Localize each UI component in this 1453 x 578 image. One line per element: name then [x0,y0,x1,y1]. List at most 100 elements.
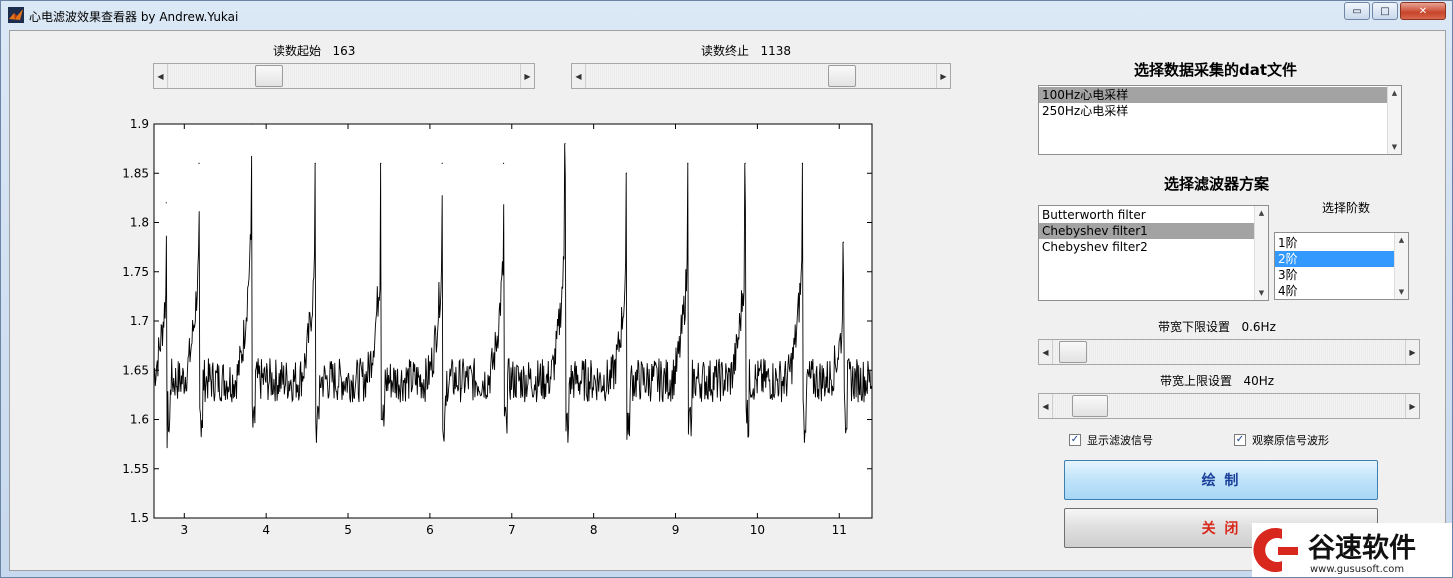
end-slider-right-arrow-icon[interactable]: ▶ [936,64,950,88]
y-tick-label: 1.5 [130,511,149,525]
check-icon[interactable]: ✓ [1234,434,1246,446]
low-cut-track[interactable] [1053,340,1405,364]
start-slider-left-arrow-icon[interactable]: ◀ [154,64,168,88]
close-icon: ✕ [1418,5,1428,17]
start-slider-thumb[interactable] [255,65,283,87]
end-slider-left-arrow-icon[interactable]: ◀ [572,64,586,88]
x-tick-label: 10 [750,523,765,536]
matlab-icon [8,7,24,23]
filter-list-scrollbar[interactable]: ▲ ▼ [1254,206,1268,300]
scroll-down-icon[interactable]: ▼ [1255,286,1268,300]
low-cut-label: 带宽下限设置 [1158,320,1231,334]
r-peak-point [198,162,200,164]
app-window: 心电滤波效果查看器 by Andrew.Yukai ▭ □ ✕ 读数起始 163… [0,0,1453,578]
order-panel-item[interactable]: 3阶 [1275,267,1394,283]
show-filtered-label: 显示滤波信号 [1087,434,1153,447]
close-window-button[interactable]: ✕ [1400,2,1446,20]
y-tick-label: 1.85 [122,166,149,180]
start-slider-value: 163 [332,44,356,58]
title-bar[interactable]: 心电滤波效果查看器 by Andrew.Yukai ▭ □ ✕ [1,1,1452,29]
y-tick-label: 1.65 [122,363,149,377]
x-tick-label: 5 [344,523,352,536]
r-peak-point [625,172,627,174]
r-peak-point [165,202,167,204]
y-tick-label: 1.55 [122,462,149,476]
order-panel-item[interactable]: 2阶 [1275,251,1394,267]
start-slider-label: 读数起始 [273,44,322,58]
r-peak-point [380,162,382,164]
start-slider-label-group: 读数起始 163 [273,42,355,59]
show-original-checkbox[interactable]: ✓ 观察原信号波形 [1234,432,1329,448]
x-tick-label: 7 [508,523,516,536]
start-slider-right-arrow-icon[interactable]: ▶ [520,64,534,88]
minimize-button[interactable]: ▭ [1344,2,1370,20]
end-slider[interactable]: ◀ ▶ [571,63,951,89]
file-panel-item[interactable]: 250Hz心电采样 [1039,103,1387,119]
filter-panel-item[interactable]: Butterworth filter [1039,207,1254,223]
minimize-icon: ▭ [1352,5,1362,17]
x-tick-label: 3 [180,523,188,536]
filter-listbox[interactable]: Butterworth filter Chebyshev filter1 Cheby… [1038,205,1269,301]
scroll-up-icon[interactable]: ▲ [1395,233,1408,247]
low-cut-thumb[interactable] [1059,341,1087,363]
show-filtered-checkbox[interactable]: ✓ 显示滤波信号 [1069,432,1153,448]
close-button-label: 关 闭 [1201,521,1241,537]
r-peak-point [250,123,253,125]
start-slider-track[interactable] [168,64,520,88]
r-peak-point [564,143,566,145]
scroll-up-icon[interactable]: ▲ [1388,86,1401,100]
maximize-button[interactable]: □ [1372,2,1398,20]
low-cut-slider[interactable]: ◀ ▶ [1038,339,1420,365]
y-tick-label: 1.75 [122,265,149,279]
plot-area [153,123,873,519]
file-listbox[interactable]: 100Hz心电采样 250Hz心电采样 ▲ ▼ [1038,85,1402,155]
check-icon[interactable]: ✓ [1069,434,1081,446]
r-peak-point [314,162,316,164]
order-panel-item[interactable]: 4阶 [1275,283,1394,299]
y-tick-label: 1.7 [130,314,149,328]
r-peak-point [502,162,505,164]
file-list-scrollbar[interactable]: ▲ ▼ [1387,86,1401,154]
file-panel-item[interactable]: 100Hz心电采样 [1039,87,1387,103]
order-label: 选择阶数 [1322,201,1371,215]
order-list-scrollbar[interactable]: ▲ ▼ [1394,233,1408,299]
r-peak-point [441,162,443,164]
gususoft-watermark-logo: 谷速软件 www.gususoft.com [1252,523,1452,577]
x-tick-label: 11 [832,523,847,536]
high-cut-slider[interactable]: ◀ ▶ [1038,393,1420,419]
high-cut-left-arrow-icon[interactable]: ◀ [1039,394,1053,418]
order-panel-item[interactable]: 1阶 [1275,235,1394,251]
scroll-down-icon[interactable]: ▼ [1395,285,1408,299]
maximize-icon: □ [1380,5,1390,17]
low-cut-left-arrow-icon[interactable]: ◀ [1039,340,1053,364]
end-slider-label-group: 读数终止 1138 [701,42,791,59]
watermark-url: www.gususoft.com [1310,564,1404,575]
r-peak-point [801,162,804,164]
high-cut-right-arrow-icon[interactable]: ▶ [1405,394,1419,418]
start-slider[interactable]: ◀ ▶ [153,63,535,89]
scroll-up-icon[interactable]: ▲ [1255,206,1268,220]
high-cut-label: 带宽上限设置 [1160,374,1233,388]
filter-panel-heading: 选择滤波器方案 [1164,175,1270,193]
end-slider-thumb[interactable] [828,65,856,87]
filter-panel-item[interactable]: Chebyshev filter1 [1039,223,1254,239]
r-peak-point [744,162,746,164]
end-slider-track[interactable] [586,64,936,88]
show-original-label: 观察原信号波形 [1252,434,1329,447]
high-cut-track[interactable] [1053,394,1405,418]
low-cut-value: 0.6Hz [1241,320,1276,334]
y-tick-label: 1.9 [130,117,149,131]
end-slider-value: 1138 [760,44,792,58]
low-cut-label-group: 带宽下限设置 0.6Hz [1158,318,1276,335]
ecg-plot: 3 4 5 6 7 8 9 10 11 1.5 1.55 1.6 1.65 1.7 1.75 1.8 1.85 1… [122,117,873,536]
order-listbox[interactable]: 1阶 2阶 3阶 4阶 ▲ ▼ [1274,232,1409,300]
plot-button[interactable]: 绘 制 [1064,460,1378,500]
y-tick-label: 1.6 [130,413,149,427]
scroll-down-icon[interactable]: ▼ [1388,140,1401,154]
end-slider-label: 读数终止 [701,44,750,58]
high-cut-thumb[interactable] [1072,395,1108,417]
window-title: 心电滤波效果查看器 by Andrew.Yukai [29,10,239,24]
filter-panel-item[interactable]: Chebyshev filter2 [1039,239,1254,255]
window-controls: ▭ □ ✕ [1344,2,1446,20]
low-cut-right-arrow-icon[interactable]: ▶ [1405,340,1419,364]
